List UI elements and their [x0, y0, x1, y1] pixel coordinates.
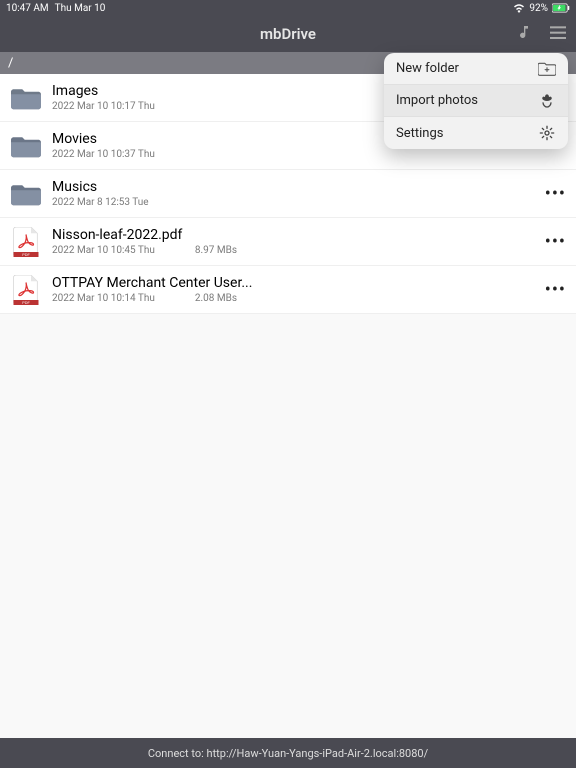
status-bar: 10:47 AM Thu Mar 10 92% [0, 0, 576, 16]
import-photos-icon [538, 92, 556, 110]
footer-bar: Connect to: http://Haw-Yuan-Yangs-iPad-A… [0, 738, 576, 768]
navbar: mbDrive [0, 16, 576, 52]
folder-icon [10, 82, 42, 114]
svg-text:PDF: PDF [22, 300, 30, 304]
folder-icon [10, 178, 42, 210]
file-size: 2.08 MBs [195, 293, 255, 304]
file-name: Musics [52, 179, 566, 195]
pdf-icon: PDF [10, 274, 42, 306]
file-meta: 2022 Mar 10 10:14 Thu [52, 293, 155, 304]
file-name: OTTPAY Merchant Center User... [52, 275, 566, 291]
file-meta: 2022 Mar 10 10:45 Thu [52, 245, 155, 256]
app-title: mbDrive [260, 25, 316, 43]
status-time: 10:47 AM [6, 3, 49, 14]
menu-item-label: Import photos [396, 93, 478, 108]
menu-item-label: Settings [396, 126, 443, 141]
svg-text:PDF: PDF [22, 252, 30, 256]
more-icon[interactable]: ••• [545, 279, 566, 300]
menu-item-settings[interactable]: Settings [384, 117, 568, 149]
menu-popover: New folder Import photos Settings [384, 53, 568, 149]
more-icon[interactable]: ••• [545, 231, 566, 252]
folder-icon [10, 130, 42, 162]
music-icon[interactable] [516, 23, 532, 45]
new-folder-icon [538, 60, 556, 78]
menu-icon[interactable] [550, 25, 566, 44]
menu-item-import-photos[interactable]: Import photos [384, 85, 568, 117]
status-date: Thu Mar 10 [55, 3, 106, 14]
pdf-icon: PDF [10, 226, 42, 258]
file-meta: 2022 Mar 8 12:53 Tue [52, 197, 149, 208]
file-row-pdf-ottpay[interactable]: PDF OTTPAY Merchant Center User... 2022 … [0, 266, 576, 314]
path-text: / [8, 56, 13, 71]
footer-text: Connect to: http://Haw-Yuan-Yangs-iPad-A… [148, 747, 428, 760]
menu-item-new-folder[interactable]: New folder [384, 53, 568, 85]
file-meta: 2022 Mar 10 10:17 Thu [52, 101, 155, 112]
menu-item-label: New folder [396, 61, 459, 76]
file-row-musics[interactable]: Musics 2022 Mar 8 12:53 Tue ••• [0, 170, 576, 218]
file-meta: 2022 Mar 10 10:37 Thu [52, 149, 155, 160]
file-name: Nisson-leaf-2022.pdf [52, 227, 566, 243]
battery-icon [552, 3, 570, 13]
battery-percentage: 92% [529, 3, 548, 14]
file-row-pdf-nisson[interactable]: PDF Nisson-leaf-2022.pdf 2022 Mar 10 10:… [0, 218, 576, 266]
file-size: 8.97 MBs [195, 245, 255, 256]
more-icon[interactable]: ••• [545, 183, 566, 204]
wifi-icon [513, 3, 525, 13]
gear-icon [538, 124, 556, 142]
